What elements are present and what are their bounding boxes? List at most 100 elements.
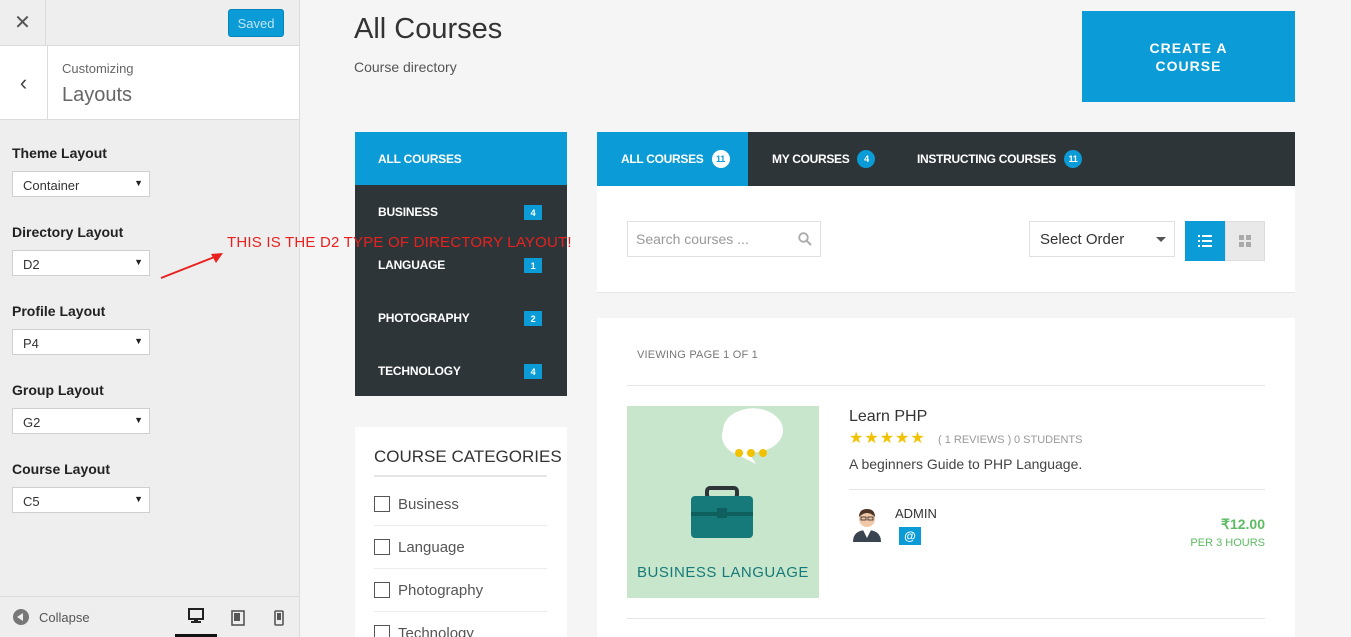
- author-name[interactable]: ADMIN: [895, 506, 937, 521]
- directory-layout-label: Directory Layout: [12, 224, 124, 240]
- star-icon: ★: [910, 430, 925, 447]
- directory-nav: ALL COURSES BUSINESS 4 LANGUAGE 1 PHOTOGRA…: [355, 132, 567, 396]
- star-icon: ★: [895, 430, 910, 447]
- directory-layout-select[interactable]: D2 ▼: [12, 250, 150, 276]
- tab-count-badge: 11: [1063, 150, 1082, 168]
- order-select-value: Select Order: [1040, 231, 1125, 248]
- checkbox[interactable]: [374, 582, 390, 598]
- grid-view-icon[interactable]: [1225, 221, 1265, 261]
- category-checkbox-business[interactable]: Business: [374, 483, 547, 526]
- course-title-link[interactable]: Learn PHP: [849, 408, 927, 426]
- star-icon: ★: [879, 430, 895, 447]
- collapse-icon: [13, 609, 29, 625]
- course-description: A beginners Guide to PHP Language.: [849, 456, 1083, 472]
- dir-nav-label: LANGUAGE: [378, 257, 446, 272]
- category-label: Photography: [398, 581, 484, 599]
- checkbox[interactable]: [374, 496, 390, 512]
- filter-bar: Select Order: [597, 186, 1295, 293]
- checkbox[interactable]: [374, 625, 390, 637]
- page-title: All Courses: [354, 13, 503, 45]
- dir-nav-count-badge: 4: [524, 205, 542, 220]
- checkbox[interactable]: [374, 539, 390, 555]
- course-categories-widget: COURSE CATEGORIES Business Language Phot…: [355, 427, 567, 637]
- mobile-preview-icon[interactable]: [258, 597, 300, 637]
- theme-layout-field: Theme Layout Container ▼: [12, 145, 150, 197]
- desktop-preview-icon[interactable]: [175, 597, 217, 637]
- dir-nav-item-all-courses[interactable]: ALL COURSES: [355, 132, 567, 185]
- profile-layout-label: Profile Layout: [12, 303, 106, 319]
- dir-nav-label: BUSINESS: [378, 204, 438, 219]
- list-view-icon[interactable]: [1185, 221, 1225, 261]
- customizer-section-header: ‹ Customizing Layouts: [0, 46, 299, 120]
- course-tabs: ALL COURSES 11 MY COURSES 4 INSTRUCTING CO…: [597, 132, 1295, 186]
- directory-layout-value: D2: [23, 257, 40, 272]
- dir-nav-label: TECHNOLOGY: [378, 363, 461, 378]
- annotation-text: THIS IS THE D2 TYPE OF DIRECTORY LAYOUT!: [227, 234, 572, 251]
- rating-stars: ★ ★ ★ ★ ★: [849, 431, 925, 447]
- thumbnail-text: BUSINESS LANGUAGE: [637, 564, 809, 581]
- dir-nav-label: PHOTOGRAPHY: [378, 310, 470, 325]
- tablet-preview-icon[interactable]: [217, 597, 259, 637]
- tab-count-badge: 4: [857, 150, 876, 168]
- author-mention-badge[interactable]: @: [899, 527, 921, 545]
- dropdown-arrow-icon: ▼: [134, 336, 143, 346]
- course-price: ₹12.00: [1221, 516, 1265, 532]
- tab-my-courses[interactable]: MY COURSES 4: [772, 132, 876, 186]
- category-checkbox-photography[interactable]: Photography: [374, 569, 547, 612]
- caret-down-icon: [1156, 237, 1166, 242]
- course-listing: VIEWING PAGE 1 OF 1 BUSINESS LANGUAGE Le…: [597, 318, 1295, 637]
- course-layout-select[interactable]: C5 ▼: [12, 487, 150, 513]
- collapse-button[interactable]: Collapse: [13, 609, 90, 625]
- dropdown-arrow-icon: ▼: [134, 415, 143, 425]
- saved-button[interactable]: Saved: [228, 9, 284, 37]
- page-subtitle: Course directory: [354, 59, 457, 75]
- group-layout-value: G2: [23, 415, 41, 430]
- categories-divider: [374, 475, 547, 477]
- profile-layout-select[interactable]: P4 ▼: [12, 329, 150, 355]
- search-input[interactable]: [628, 222, 788, 256]
- dir-nav-item-business[interactable]: BUSINESS 4: [355, 185, 567, 238]
- avatar[interactable]: [849, 504, 885, 542]
- dir-nav-item-photography[interactable]: PHOTOGRAPHY 2: [355, 291, 567, 344]
- course-layout-field: Course Layout C5 ▼: [12, 461, 150, 513]
- directory-layout-field: Directory Layout D2 ▼: [12, 224, 150, 276]
- listing-divider: [627, 385, 1265, 386]
- dropdown-arrow-icon: ▼: [134, 257, 143, 267]
- order-select[interactable]: Select Order: [1029, 221, 1175, 257]
- price-duration: PER 3 HOURS: [1190, 537, 1265, 549]
- category-label: Technology: [398, 624, 474, 637]
- review-count: ( 1 REVIEWS ): [938, 434, 1012, 446]
- profile-layout-field: Profile Layout P4 ▼: [12, 303, 150, 355]
- group-layout-field: Group Layout G2 ▼: [12, 382, 150, 434]
- category-label: Business: [398, 495, 459, 513]
- theme-layout-select[interactable]: Container ▼: [12, 171, 150, 197]
- close-icon[interactable]: ✕: [0, 0, 46, 45]
- course-layout-value: C5: [23, 494, 40, 509]
- category-label: Language: [398, 538, 465, 556]
- tab-instructing-courses[interactable]: INSTRUCTING COURSES 11: [917, 132, 1082, 186]
- dir-nav-count-badge: 4: [524, 364, 542, 379]
- briefcase-chat-icon: [691, 408, 783, 538]
- annotation-arrow-icon: [160, 253, 223, 279]
- search-icon[interactable]: [798, 232, 812, 246]
- dir-nav-item-technology[interactable]: TECHNOLOGY 4: [355, 344, 567, 397]
- customizer-breadcrumb: Customizing: [62, 61, 134, 76]
- tab-count-badge: 11: [711, 150, 730, 168]
- course-thumbnail[interactable]: BUSINESS LANGUAGE: [627, 406, 819, 598]
- back-chevron-icon[interactable]: ‹: [0, 46, 48, 119]
- create-course-button[interactable]: CREATE A COURSE: [1082, 11, 1295, 102]
- dropdown-arrow-icon: ▼: [134, 494, 143, 504]
- customizer-footer: Collapse: [0, 596, 299, 637]
- course-divider: [849, 489, 1265, 490]
- customizer-topbar: ✕ Saved: [0, 0, 299, 46]
- category-checkbox-technology[interactable]: Technology: [374, 612, 547, 637]
- tab-all-courses[interactable]: ALL COURSES 11: [597, 132, 748, 186]
- profile-layout-value: P4: [23, 336, 39, 351]
- customizer-sidebar: ✕ Saved ‹ Customizing Layouts Theme Layo…: [0, 0, 300, 637]
- group-layout-select[interactable]: G2 ▼: [12, 408, 150, 434]
- search-box: [627, 221, 821, 257]
- group-layout-label: Group Layout: [12, 382, 104, 398]
- categories-title: COURSE CATEGORIES: [374, 447, 562, 466]
- theme-layout-label: Theme Layout: [12, 145, 107, 161]
- category-checkbox-language[interactable]: Language: [374, 526, 547, 569]
